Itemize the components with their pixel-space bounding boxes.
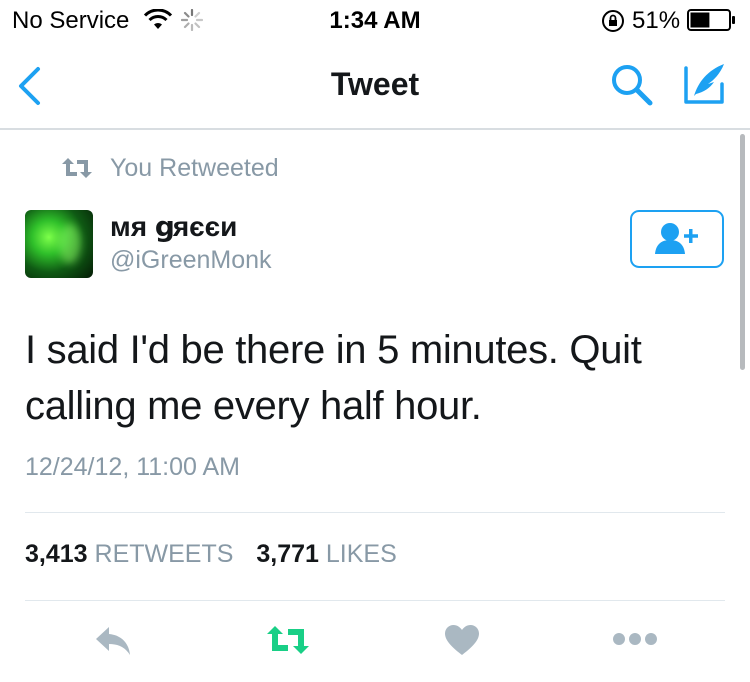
tweet-text: I said I'd be there in 5 minutes. Quit c… [25,328,642,428]
follow-button[interactable] [630,210,724,268]
retweet-context-label: You Retweeted [110,154,279,182]
more-button[interactable] [612,632,658,651]
battery-icon [687,9,737,36]
author-name[interactable]: мя ցяєєи [110,210,237,243]
retweet-small-icon [60,157,94,184]
retweets-label[interactable]: RETWEETS [95,540,234,568]
retweets-count[interactable]: 3,413 [25,540,88,568]
retweet-button[interactable] [265,624,311,661]
compose-button[interactable] [682,60,728,111]
orientation-lock-icon [601,9,625,38]
tweet-stats: 3,413 RETWEETS 3,771 LIKES [25,540,397,569]
tweet-timestamp: 12/24/12, 11:00 AM [25,453,240,481]
battery-percent: 51% [632,7,681,34]
likes-label[interactable]: LIKES [326,540,397,568]
avatar[interactable] [25,210,93,278]
search-button[interactable] [609,62,655,113]
nav-bar: Tweet [0,40,750,130]
scrollbar[interactable] [740,134,745,370]
divider [25,512,725,513]
retweet-icon [267,626,309,654]
author-handle[interactable]: @iGreenMonk [110,246,272,275]
reply-button[interactable] [94,624,132,663]
search-icon [612,65,653,106]
add-user-icon [655,223,698,254]
status-bar: No Service 1:34 AM 51% [0,0,750,40]
reply-icon [96,627,130,655]
like-button[interactable] [444,624,480,661]
likes-count[interactable]: 3,771 [256,540,319,568]
like-icon [445,625,479,655]
more-icon [613,633,657,645]
compose-icon [684,64,724,104]
divider [25,600,725,601]
